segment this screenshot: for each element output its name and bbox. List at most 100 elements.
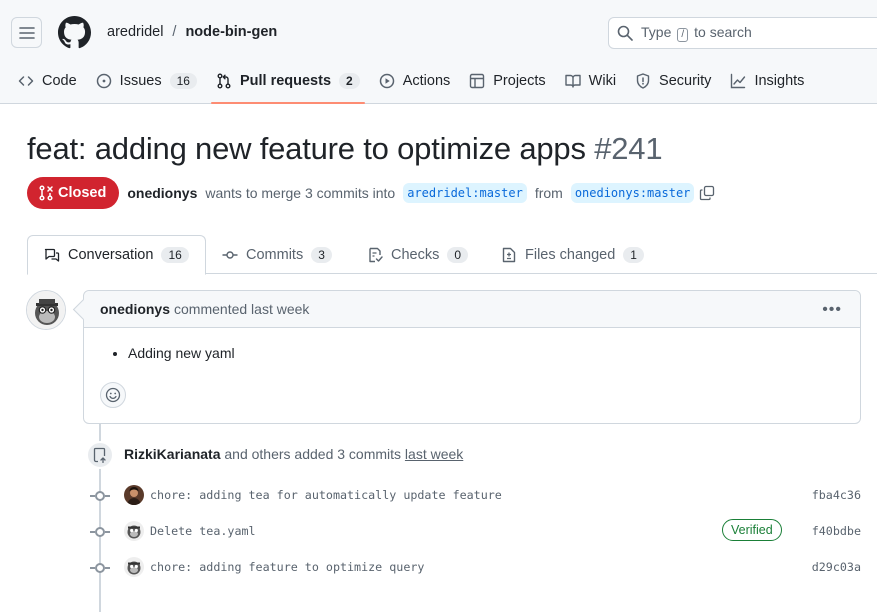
file-diff-icon xyxy=(502,247,516,262)
comment-list-item: Adding new yaml xyxy=(128,345,844,361)
base-branch[interactable]: aredridel:master xyxy=(403,183,527,203)
pr-from-text: from xyxy=(534,185,563,201)
pr-state-label: Closed xyxy=(58,185,107,201)
tab-files-changed[interactable]: Files changed 1 xyxy=(501,235,644,274)
table-icon xyxy=(470,73,485,89)
nav-insights-label: Insights xyxy=(754,73,805,89)
git-commit-icon xyxy=(222,250,238,259)
git-commit-icon xyxy=(90,527,110,537)
avatar[interactable] xyxy=(26,290,66,330)
monkey-avatar-icon xyxy=(124,557,144,577)
nav-wiki[interactable]: Wiki xyxy=(556,64,625,98)
nav-pull-requests[interactable]: Pull requests 2 xyxy=(207,64,369,104)
commit-message-link[interactable]: Delete tea.yaml xyxy=(150,524,256,538)
search-shortcut-key: / xyxy=(677,28,689,42)
repo-navigation: Code Issues 16 Pull requests 2 Actions P… xyxy=(0,64,813,104)
repo-header: aredridel / node-bin-gen Type / to searc… xyxy=(0,0,877,104)
tab-conversation-count: 16 xyxy=(161,247,189,263)
tab-conversation-label: Conversation xyxy=(68,247,154,263)
pr-state-row: Closed onedionys wants to merge 3 commit… xyxy=(27,177,715,209)
pr-title-text: feat: adding new feature to optimize app… xyxy=(27,131,586,166)
search-input[interactable]: Type / to search xyxy=(608,17,877,49)
play-icon xyxy=(379,73,394,89)
copy-icon[interactable] xyxy=(699,185,715,201)
hamburger-menu-button[interactable] xyxy=(11,17,42,48)
issue-icon xyxy=(96,73,111,89)
tab-checks[interactable]: Checks 0 xyxy=(367,235,469,274)
tab-conversation[interactable]: Conversation 16 xyxy=(27,235,206,275)
monkey-avatar-icon xyxy=(124,521,144,541)
nav-code-label: Code xyxy=(42,73,77,89)
commit-avatar[interactable] xyxy=(124,485,144,505)
breadcrumb-separator: / xyxy=(172,24,177,40)
commit-message-link[interactable]: chore: adding feature to optimize query xyxy=(150,560,424,574)
pr-number: #241 xyxy=(594,131,663,166)
pr-state-badge: Closed xyxy=(27,177,120,209)
nav-pull-requests-count: 2 xyxy=(339,73,360,89)
commit-avatar[interactable] xyxy=(124,557,144,577)
pr-author-link[interactable]: onedionys xyxy=(127,185,197,201)
comment-meta[interactable]: commented last week xyxy=(174,301,309,317)
commit-avatar[interactable] xyxy=(124,521,144,541)
pr-tabs: Conversation 16 Commits 3 Checks 0 Files… xyxy=(27,235,877,275)
commit-sha-link[interactable]: fba4c36 xyxy=(812,488,861,502)
timeline-time-link[interactable]: last week xyxy=(405,446,463,462)
timeline-summary: RizkiKarianata and others added 3 commit… xyxy=(124,446,463,462)
tab-files-changed-count: 1 xyxy=(623,246,644,263)
nav-issues-label: Issues xyxy=(119,73,162,89)
verified-badge[interactable]: Verified xyxy=(722,519,782,541)
tab-checks-label: Checks xyxy=(391,246,440,263)
user-avatar-icon xyxy=(124,485,144,505)
git-commit-icon xyxy=(90,491,110,501)
book-icon xyxy=(564,74,581,88)
pull-request-icon xyxy=(217,73,231,89)
commit-sha-link[interactable]: d29c03a xyxy=(812,560,861,574)
commit-row: Delete tea.yaml Verified f40bdbe xyxy=(90,519,861,543)
add-reaction-button[interactable] xyxy=(100,382,126,408)
timeline-commit-badge xyxy=(86,441,114,469)
graph-icon xyxy=(731,73,746,89)
pr-title: feat: adding new feature to optimize app… xyxy=(27,131,663,167)
tab-checks-count: 0 xyxy=(447,246,469,263)
commit-message-link[interactable]: chore: adding tea for automatically upda… xyxy=(150,488,502,502)
nav-security[interactable]: Security xyxy=(626,64,720,98)
comment-author-link[interactable]: onedionys xyxy=(100,301,170,317)
comment-header: onedionys commented last week ••• xyxy=(84,291,860,328)
nav-issues-count: 16 xyxy=(169,73,197,89)
pull-request-closed-icon xyxy=(39,185,53,201)
nav-issues[interactable]: Issues 16 xyxy=(87,64,206,98)
pr-merge-text: wants to merge 3 commits into xyxy=(205,185,396,201)
tab-commits-count: 3 xyxy=(311,246,332,263)
repo-owner-link[interactable]: aredridel xyxy=(107,24,163,40)
checklist-icon xyxy=(369,247,383,262)
comment-body: Adding new yaml xyxy=(84,328,860,361)
menu-icon xyxy=(18,26,35,39)
tab-commits[interactable]: Commits 3 xyxy=(222,235,332,274)
nav-projects[interactable]: Projects xyxy=(460,64,554,98)
smiley-icon xyxy=(105,387,121,403)
nav-code[interactable]: Code xyxy=(9,64,86,98)
nav-security-label: Security xyxy=(659,73,712,89)
repo-push-icon xyxy=(93,447,106,463)
monkey-avatar-icon xyxy=(27,291,65,329)
commit-row: chore: adding tea for automatically upda… xyxy=(90,483,861,507)
nav-actions[interactable]: Actions xyxy=(370,64,460,98)
commit-sha-link[interactable]: f40bdbe xyxy=(812,524,861,538)
comment-box: onedionys commented last week ••• Adding… xyxy=(83,290,861,424)
tab-files-changed-label: Files changed xyxy=(525,246,616,263)
nav-projects-label: Projects xyxy=(493,73,546,89)
comment-options-button[interactable]: ••• xyxy=(822,301,842,319)
shield-icon xyxy=(636,73,650,89)
timeline-text: and others added 3 commits xyxy=(224,446,402,462)
breadcrumb: aredridel / node-bin-gen xyxy=(107,24,277,40)
timeline-author-link[interactable]: RizkiKarianata xyxy=(124,446,220,462)
head-branch[interactable]: onedionys:master xyxy=(570,183,695,203)
nav-insights[interactable]: Insights xyxy=(721,64,813,98)
github-logo-icon[interactable] xyxy=(58,16,91,49)
search-placeholder: Type / to search xyxy=(641,24,752,42)
tab-commits-label: Commits xyxy=(246,246,304,263)
repo-name-link[interactable]: node-bin-gen xyxy=(185,24,277,40)
code-icon xyxy=(18,76,34,86)
commit-row: chore: adding feature to optimize query … xyxy=(90,555,861,579)
git-commit-icon xyxy=(90,563,110,573)
